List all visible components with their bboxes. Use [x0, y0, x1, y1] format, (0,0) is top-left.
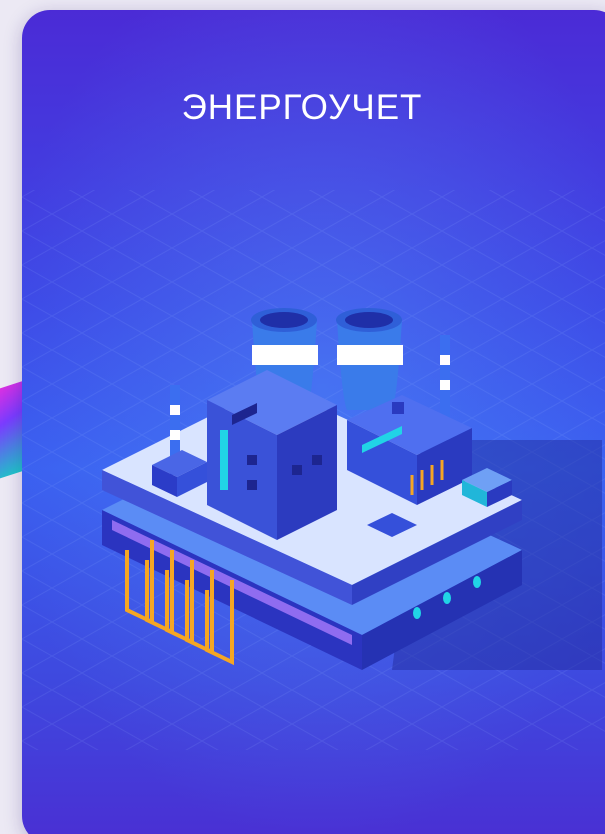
power-plant-icon [102, 308, 602, 670]
page: ЭНЕРГОУЧЕТ [0, 0, 605, 834]
card-title: ЭНЕРГОУЧЕТ [181, 88, 423, 127]
energy-accounting-card[interactable]: ЭНЕРГОУЧЕТ [22, 10, 605, 834]
